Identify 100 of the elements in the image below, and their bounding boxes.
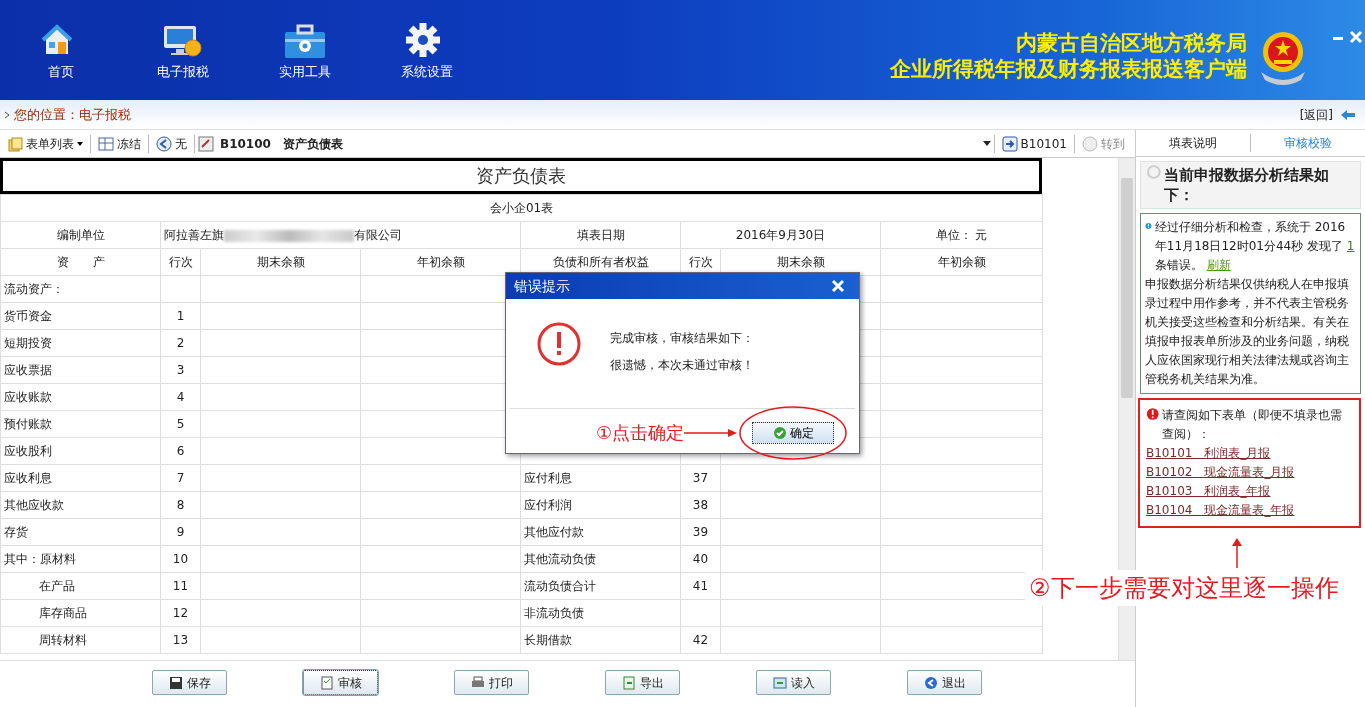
table-cell: 37: [680, 464, 721, 492]
disclaimer-text: 申报数据分析结果仅供纳税人在申报填录过程中用作参考，并不代表主管税务机关接受这些检查和分析结果。有关在填报申报表单所涉及的业务问题，纳税人应依国家现行相关法律法规或咨询主管税务机关结果为准。: [1145, 276, 1350, 388]
table-cell: 应收账款: [0, 383, 161, 411]
table-cell: 38: [680, 491, 721, 519]
table-cell: 单位： 元: [880, 221, 1043, 249]
table-cell: 7: [160, 464, 201, 492]
alert-icon: [536, 321, 582, 367]
table-cell: 8: [160, 491, 201, 519]
form-button[interactable]: 读入: [756, 670, 831, 695]
nav-button[interactable]: 电子报税: [122, 0, 244, 83]
table-cell: 长期借款: [520, 626, 681, 654]
nav-button[interactable]: 首页: [0, 0, 122, 83]
back-link[interactable]: [返回]: [1295, 105, 1337, 124]
dialog-message: 完成审核，审核结果如下：: [610, 330, 754, 347]
form-button[interactable]: 退出: [907, 670, 982, 695]
form-button[interactable]: 导出: [605, 670, 680, 695]
table-cell: 流动资产：: [0, 275, 161, 303]
annotation-text: ①点击确定: [596, 421, 685, 445]
form-code: B10100: [219, 135, 272, 153]
form-button[interactable]: 打印: [454, 670, 529, 695]
form-link[interactable]: B10104 现金流量表_年报: [1146, 501, 1353, 520]
caret-icon: [77, 141, 83, 146]
table-cell: 短期投资: [0, 329, 161, 357]
check-icon: [772, 425, 787, 440]
dropdown-caret-icon[interactable]: [982, 141, 991, 146]
back-arrow-icon[interactable]: [1340, 108, 1356, 121]
table-cell: 货币资金: [0, 302, 161, 330]
folder-icon: [7, 135, 23, 152]
table-cell: 应收股利: [0, 437, 161, 465]
toolbar-button[interactable]: 表单列表: [3, 134, 87, 153]
nav-button[interactable]: 系统设置: [366, 0, 488, 83]
form-link[interactable]: B10101 利润表_月报: [1146, 444, 1353, 463]
table-cell: 会小企01表: [0, 194, 1043, 222]
refresh-link[interactable]: 刷新: [1206, 258, 1231, 272]
chevron-icon: [3, 109, 11, 120]
table-cell: 库存商品: [0, 599, 161, 627]
grid-icon: [98, 135, 114, 152]
table-cell: 9: [160, 518, 201, 546]
table-cell: 3: [160, 356, 201, 384]
toolbox-icon: [283, 22, 327, 58]
table-cell: 5: [160, 410, 201, 438]
dialog-title: 错误提示: [514, 277, 570, 296]
form-button[interactable]: 审核: [303, 670, 378, 695]
annotation-arrow: [684, 428, 738, 437]
next-form-button[interactable]: B10101: [997, 134, 1071, 153]
form-link[interactable]: B10102 现金流量表_月报: [1146, 463, 1353, 482]
table-cell: 应收票据: [0, 356, 161, 384]
help-icon: [1082, 135, 1098, 152]
form-icon: [198, 135, 214, 152]
form-title: 资产负债表: [0, 158, 1042, 194]
app-title: 企业所得税年报及财务报表报送客户端: [890, 56, 1247, 82]
table-cell: 期末余额: [200, 248, 361, 276]
summary-text: 经过仔细分析和检查，系统于 2016年11月18日12时01分44秒 发现了: [1154, 220, 1346, 253]
error-count-link[interactable]: 1: [1346, 239, 1355, 253]
breadcrumb: 您的位置：电子报税: [14, 105, 131, 124]
table-cell: 流动负债合计: [520, 572, 681, 600]
goto-button[interactable]: 转到: [1078, 134, 1129, 153]
table-cell: 13: [160, 626, 201, 654]
table-cell: 应收利息: [0, 464, 161, 492]
table-cell: 2016年9月30日: [680, 221, 881, 249]
annotation-arrow: [1232, 538, 1242, 568]
table-cell: 年初余额: [880, 248, 1043, 276]
dialog-message: 很遗憾，本次未通过审核！: [610, 357, 754, 374]
table-cell: 4: [160, 383, 201, 411]
table-cell: 42: [680, 626, 721, 654]
table-cell: 存货: [0, 518, 161, 546]
table-cell: 1: [160, 302, 201, 330]
table-cell: 行次: [160, 248, 201, 276]
table-cell: 39: [680, 518, 721, 546]
table-cell: 周转材料: [0, 626, 161, 654]
table-cell: 在产品: [0, 572, 161, 600]
table-cell: 非流动负债: [520, 599, 681, 627]
table-cell: 41: [680, 572, 721, 600]
table-cell: 资 产: [0, 248, 161, 276]
app-title: 内蒙古自治区地方税务局: [1015, 30, 1247, 56]
tab[interactable]: 填表说明: [1136, 130, 1250, 156]
checklist-icon: [319, 675, 334, 690]
tab[interactable]: 审核校验: [1251, 130, 1365, 156]
toolbar-button[interactable]: 冻结: [94, 134, 145, 153]
table-cell: 其他流动负债: [520, 545, 681, 573]
form-button[interactable]: 保存: [152, 670, 227, 695]
form-link[interactable]: B10103 利润表_年报: [1146, 482, 1353, 501]
printer-icon: [470, 675, 485, 690]
table-cell: 应付利润: [520, 491, 681, 519]
form-name: 资产负债表: [281, 135, 343, 153]
close-icon[interactable]: [1347, 28, 1365, 46]
nav-button[interactable]: 实用工具: [244, 0, 366, 83]
ok-button[interactable]: 确定: [752, 421, 835, 444]
panel-heading: 当前申报数据分析结果如下：: [1163, 165, 1330, 205]
table-cell: 其他应收款: [0, 491, 161, 519]
back-icon: [156, 135, 172, 152]
table-cell: 其他应付款: [520, 518, 681, 546]
toolbar-button[interactable]: 无: [152, 134, 191, 153]
table-cell: 40: [680, 545, 721, 573]
save-icon: [168, 675, 183, 690]
table-cell: 应付利息: [520, 464, 681, 492]
import-icon: [772, 675, 787, 690]
close-icon[interactable]: [831, 279, 845, 293]
table-cell: 编制单位: [0, 221, 161, 249]
export-icon: [621, 675, 636, 690]
